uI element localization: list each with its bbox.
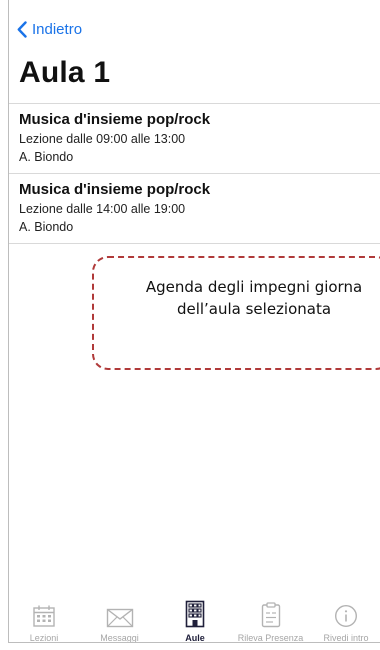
calendar-icon (33, 605, 55, 627)
list-item[interactable]: Musica d'insieme pop/rock Lezione dalle … (9, 174, 380, 244)
clipboard-icon (261, 602, 280, 628)
tab-label: Messaggi (100, 633, 139, 643)
tab-label: Rivedi intro (323, 633, 369, 643)
chevron-left-icon (17, 21, 27, 38)
envelope-icon (106, 608, 133, 628)
tab-lezioni[interactable]: Lezioni (11, 600, 77, 643)
page-title: Aula 1 (19, 56, 111, 89)
tab-aule[interactable]: Aule (162, 600, 228, 643)
app-screen: Indietro Aula 1 Musica d'insieme pop/roc… (8, 0, 380, 643)
building-icon (185, 600, 205, 628)
tab-rivedi-intro[interactable]: Rivedi intro (313, 600, 379, 643)
info-icon (334, 604, 358, 628)
event-teacher: A. Biondo (19, 150, 74, 164)
annotation-text: Agenda degli impegni giorna dell’aula se… (124, 276, 380, 320)
back-label: Indietro (32, 21, 83, 38)
event-time: Lezione dalle 09:00 alle 13:00 (19, 132, 186, 146)
tab-label: Aule (185, 633, 205, 643)
tab-label: Rileva Presenza (237, 633, 304, 643)
event-title: Musica d'insieme pop/rock (19, 181, 211, 198)
tab-rileva-presenza[interactable]: Rileva Presenza (237, 600, 304, 643)
back-button[interactable]: Indietro (17, 21, 82, 38)
event-time: Lezione dalle 14:00 alle 19:00 (19, 202, 186, 216)
annotation-line-1: Agenda degli impegni giorna (145, 278, 363, 296)
tab-messaggi[interactable]: Messaggi (87, 600, 153, 643)
event-title: Musica d'insieme pop/rock (19, 111, 211, 128)
list-item[interactable]: Musica d'insieme pop/rock Lezione dalle … (9, 104, 380, 174)
tab-bar: Lezioni Messaggi Aule Rileva Presenza Ri… (9, 600, 380, 643)
tab-label: Lezioni (29, 633, 59, 643)
event-teacher: A. Biondo (19, 220, 74, 234)
agenda-list: Musica d'insieme pop/rock Lezione dalle … (9, 103, 380, 244)
annotation-line-2: dell’aula selezionata (176, 300, 332, 318)
